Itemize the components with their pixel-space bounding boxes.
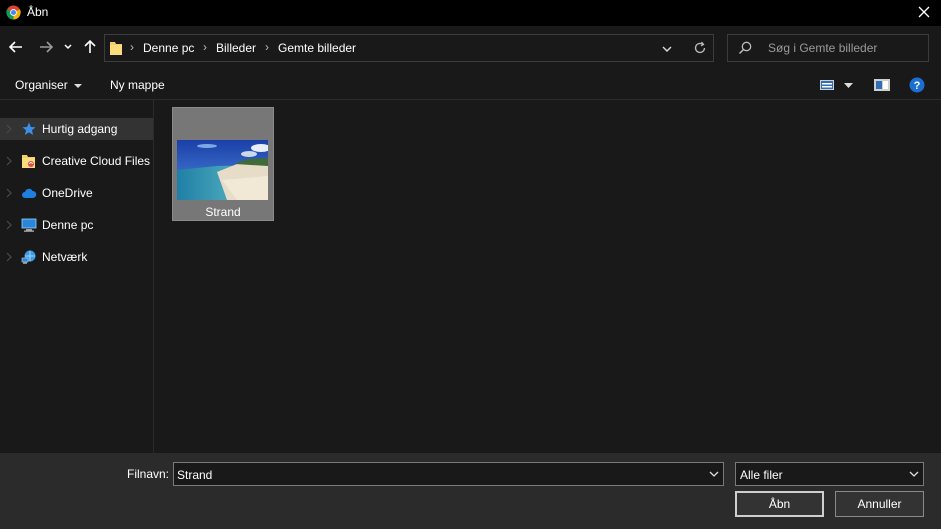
search-placeholder: Søg i Gemte billeder xyxy=(768,41,878,55)
view-options-icon[interactable] xyxy=(820,80,834,90)
chrome-app-icon xyxy=(6,5,21,20)
file-type-select[interactable]: Alle filer xyxy=(735,462,924,486)
window-title: Åbn xyxy=(27,5,49,19)
breadcrumb-separator: › xyxy=(130,40,134,54)
breadcrumb-billeder[interactable]: Billeder xyxy=(216,41,256,55)
command-toolbar: Organiser Ny mappe ? xyxy=(0,70,941,100)
chevron-right-icon[interactable] xyxy=(6,220,12,230)
help-icon[interactable]: ? xyxy=(909,77,925,93)
sidebar-item-label: OneDrive xyxy=(42,186,93,200)
file-name-label: Strand xyxy=(205,205,241,219)
chevron-down-icon xyxy=(909,471,919,477)
cloud-icon xyxy=(22,188,37,198)
file-list-area[interactable]: Strand xyxy=(155,100,941,453)
chevron-right-icon[interactable] xyxy=(6,156,12,166)
forward-button[interactable] xyxy=(37,36,55,58)
star-icon xyxy=(22,122,36,135)
cancel-button[interactable]: Annuller xyxy=(835,491,924,517)
folder-icon xyxy=(110,42,122,55)
sidebar-item-label: Hurtig adgang xyxy=(42,122,118,136)
search-input[interactable]: Søg i Gemte billeder xyxy=(727,34,929,62)
file-item-strand[interactable]: Strand xyxy=(172,107,274,221)
sidebar-item-creative-cloud-files[interactable]: Creative Cloud Files xyxy=(0,150,153,172)
chevron-down-icon xyxy=(64,44,72,50)
beach-thumbnail-image xyxy=(177,140,268,200)
chevron-right-icon[interactable] xyxy=(6,252,12,262)
open-button[interactable]: Åbn xyxy=(735,491,824,517)
computer-icon xyxy=(21,218,37,232)
close-icon xyxy=(918,6,930,18)
organize-menu-button[interactable]: Organiser xyxy=(15,78,82,92)
preview-pane-icon[interactable] xyxy=(874,79,890,91)
title-bar: Åbn xyxy=(0,0,941,26)
sidebar-item-denne-pc[interactable]: Denne pc xyxy=(0,214,153,236)
chevron-right-icon[interactable] xyxy=(6,124,12,134)
close-window-button[interactable] xyxy=(915,3,933,21)
svg-text:?: ? xyxy=(914,80,921,92)
breadcrumb-gemte-billeder[interactable]: Gemte billeder xyxy=(278,41,356,55)
arrow-right-icon xyxy=(40,41,53,53)
file-dialog-footer: Filnavn: Strand Alle filer Åbn Annuller xyxy=(0,453,941,529)
breadcrumb-denne-pc[interactable]: Denne pc xyxy=(143,41,194,55)
chevron-right-icon[interactable] xyxy=(6,188,12,198)
filename-value: Strand xyxy=(177,468,213,482)
new-folder-button[interactable]: Ny mappe xyxy=(110,78,165,92)
back-button[interactable] xyxy=(7,36,25,58)
sidebar-item-onedrive[interactable]: OneDrive xyxy=(0,182,153,204)
filename-label: Filnavn: xyxy=(127,467,170,481)
chevron-down-icon[interactable] xyxy=(661,43,673,55)
navigation-bar: › Denne pc › Billeder › Gemte billeder S… xyxy=(0,26,941,70)
creative-cloud-folder-icon xyxy=(22,155,35,168)
view-dropdown-icon[interactable] xyxy=(844,83,853,89)
file-type-value: Alle filer xyxy=(740,468,783,482)
chevron-down-icon[interactable] xyxy=(709,469,719,479)
sidebar-item-label: Netværk xyxy=(42,250,88,264)
arrow-up-icon xyxy=(84,40,96,53)
address-bar[interactable]: › Denne pc › Billeder › Gemte billeder xyxy=(104,34,714,62)
breadcrumb-separator: › xyxy=(265,40,269,54)
network-icon xyxy=(21,250,36,264)
refresh-icon[interactable] xyxy=(693,41,707,55)
sidebar-item-hurtig-adgang[interactable]: Hurtig adgang xyxy=(0,118,153,140)
navigation-pane: Hurtig adgang Creative Cloud Files OneDr… xyxy=(0,100,154,453)
search-icon xyxy=(738,41,752,55)
sidebar-item-label: Creative Cloud Files xyxy=(42,154,151,168)
organize-label: Organiser xyxy=(15,78,68,92)
caret-down-icon xyxy=(73,83,82,88)
up-button[interactable] xyxy=(81,36,99,58)
sidebar-item-netvaerk[interactable]: Netværk xyxy=(0,246,153,268)
recent-locations-button[interactable] xyxy=(61,36,75,58)
breadcrumb-separator: › xyxy=(203,40,207,54)
arrow-left-icon xyxy=(9,41,22,53)
sidebar-item-label: Denne pc xyxy=(42,218,94,232)
filename-input[interactable]: Strand xyxy=(173,462,724,486)
